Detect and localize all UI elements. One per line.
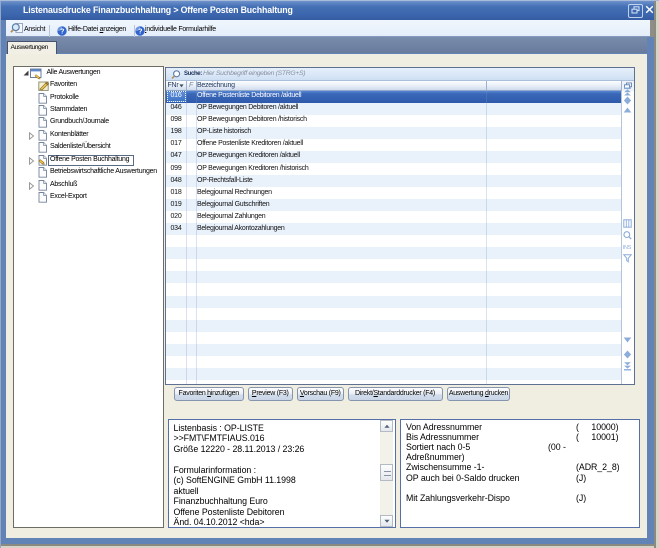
- svg-text:?: ?: [60, 28, 64, 35]
- svg-text:?: ?: [138, 28, 142, 35]
